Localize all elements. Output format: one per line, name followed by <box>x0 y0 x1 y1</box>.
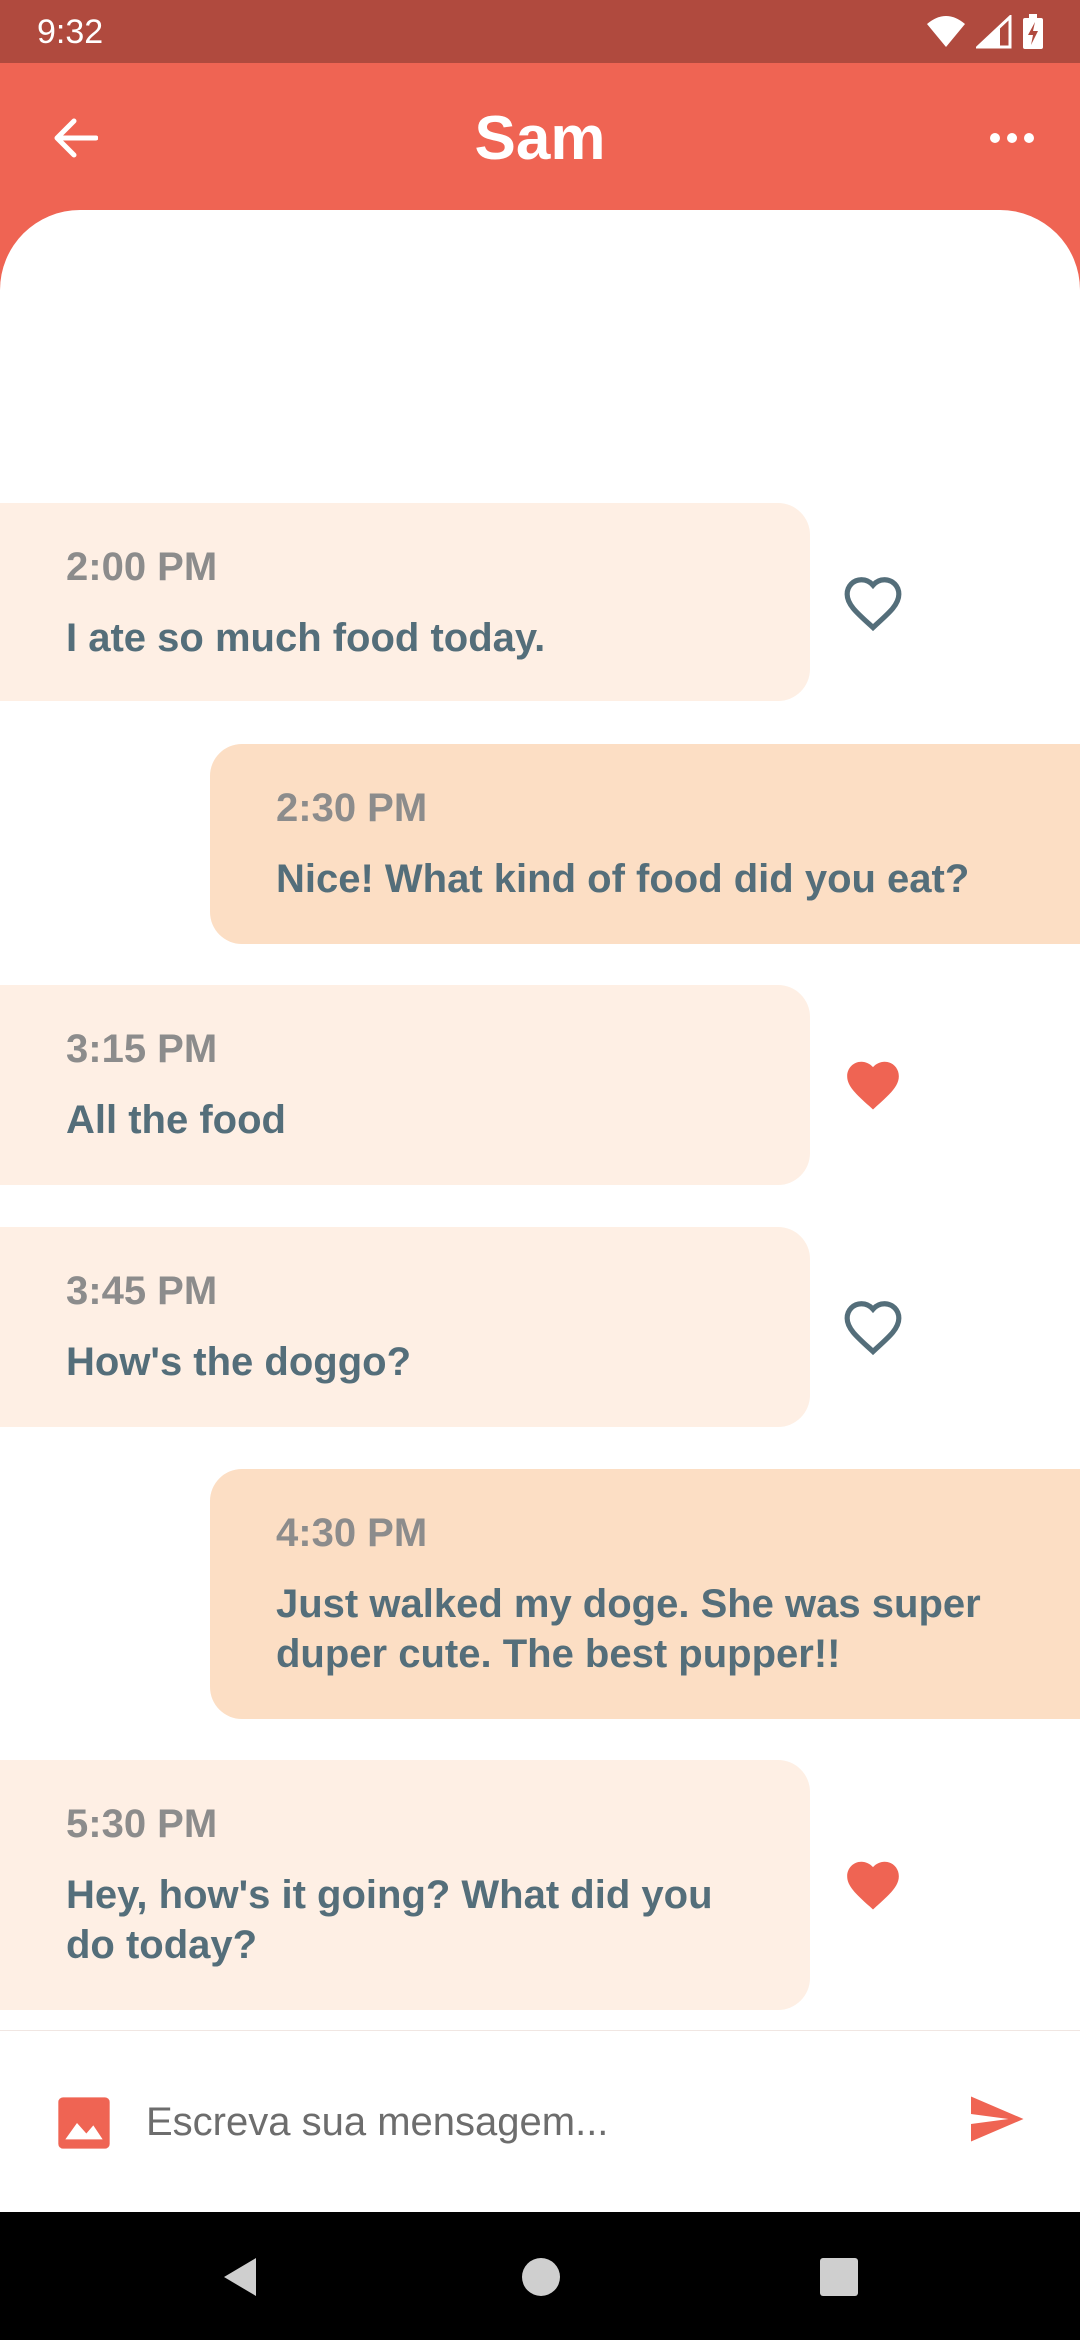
system-nav-bar <box>0 2212 1080 2340</box>
cell-signal-icon <box>976 15 1012 49</box>
heart-filled-icon[interactable] <box>842 1856 904 1914</box>
message-time: 3:15 PM <box>66 1027 218 1071</box>
chat-area: 2:00 PM I ate so much food today. 2:30 P… <box>0 210 1080 2030</box>
message-bubble-received[interactable]: 5:30 PM Hey, how's it going? What did yo… <box>0 1760 810 2010</box>
nav-back-icon[interactable] <box>216 2252 266 2302</box>
status-icons <box>926 12 1044 52</box>
message-text: Just walked my doge. She was super duper… <box>276 1582 981 1676</box>
message-bubble-received[interactable]: 2:00 PM I ate so much food today. <box>0 503 810 701</box>
send-icon[interactable] <box>966 2089 1026 2149</box>
message-bubble-received[interactable]: 3:45 PM How's the doggo? <box>0 1227 810 1427</box>
image-icon[interactable] <box>56 2095 112 2151</box>
message-text: Hey, how's it going? What did you do tod… <box>66 1873 713 1967</box>
wifi-icon <box>927 16 965 47</box>
status-bar: 9:32 <box>0 0 1080 63</box>
heart-outline-icon[interactable] <box>842 574 904 632</box>
message-bubble-sent[interactable]: 2:30 PM Nice! What kind of food did you … <box>210 744 1080 944</box>
app-bar: Sam <box>0 63 1080 213</box>
more-horizontal-icon <box>990 133 1034 143</box>
message-time: 5:30 PM <box>66 1802 218 1846</box>
message-bubble-sent[interactable]: 4:30 PM Just walked my doge. She was sup… <box>210 1469 1080 1719</box>
message-bubble-received[interactable]: 3:15 PM All the food <box>0 985 810 1185</box>
battery-charging-icon <box>1023 14 1043 49</box>
message-time: 3:45 PM <box>66 1269 218 1313</box>
page-title: Sam <box>474 104 606 173</box>
heart-filled-icon[interactable] <box>842 1056 904 1114</box>
message-text: How's the doggo? <box>66 1340 412 1384</box>
nav-home-icon[interactable] <box>516 2252 566 2302</box>
more-options-button[interactable] <box>974 103 1050 173</box>
message-text: Nice! What kind of food did you eat? <box>276 857 970 901</box>
message-time: 2:00 PM <box>66 545 218 589</box>
message-time: 2:30 PM <box>276 786 428 830</box>
nav-recents-icon[interactable] <box>814 2252 864 2302</box>
status-time: 9:32 <box>37 13 104 51</box>
message-input[interactable] <box>146 2079 906 2165</box>
message-text: I ate so much food today. <box>66 616 546 660</box>
message-time: 4:30 PM <box>276 1511 428 1555</box>
message-composer <box>0 2030 1080 2212</box>
message-text: All the food <box>66 1098 286 1142</box>
heart-outline-icon[interactable] <box>842 1298 904 1356</box>
